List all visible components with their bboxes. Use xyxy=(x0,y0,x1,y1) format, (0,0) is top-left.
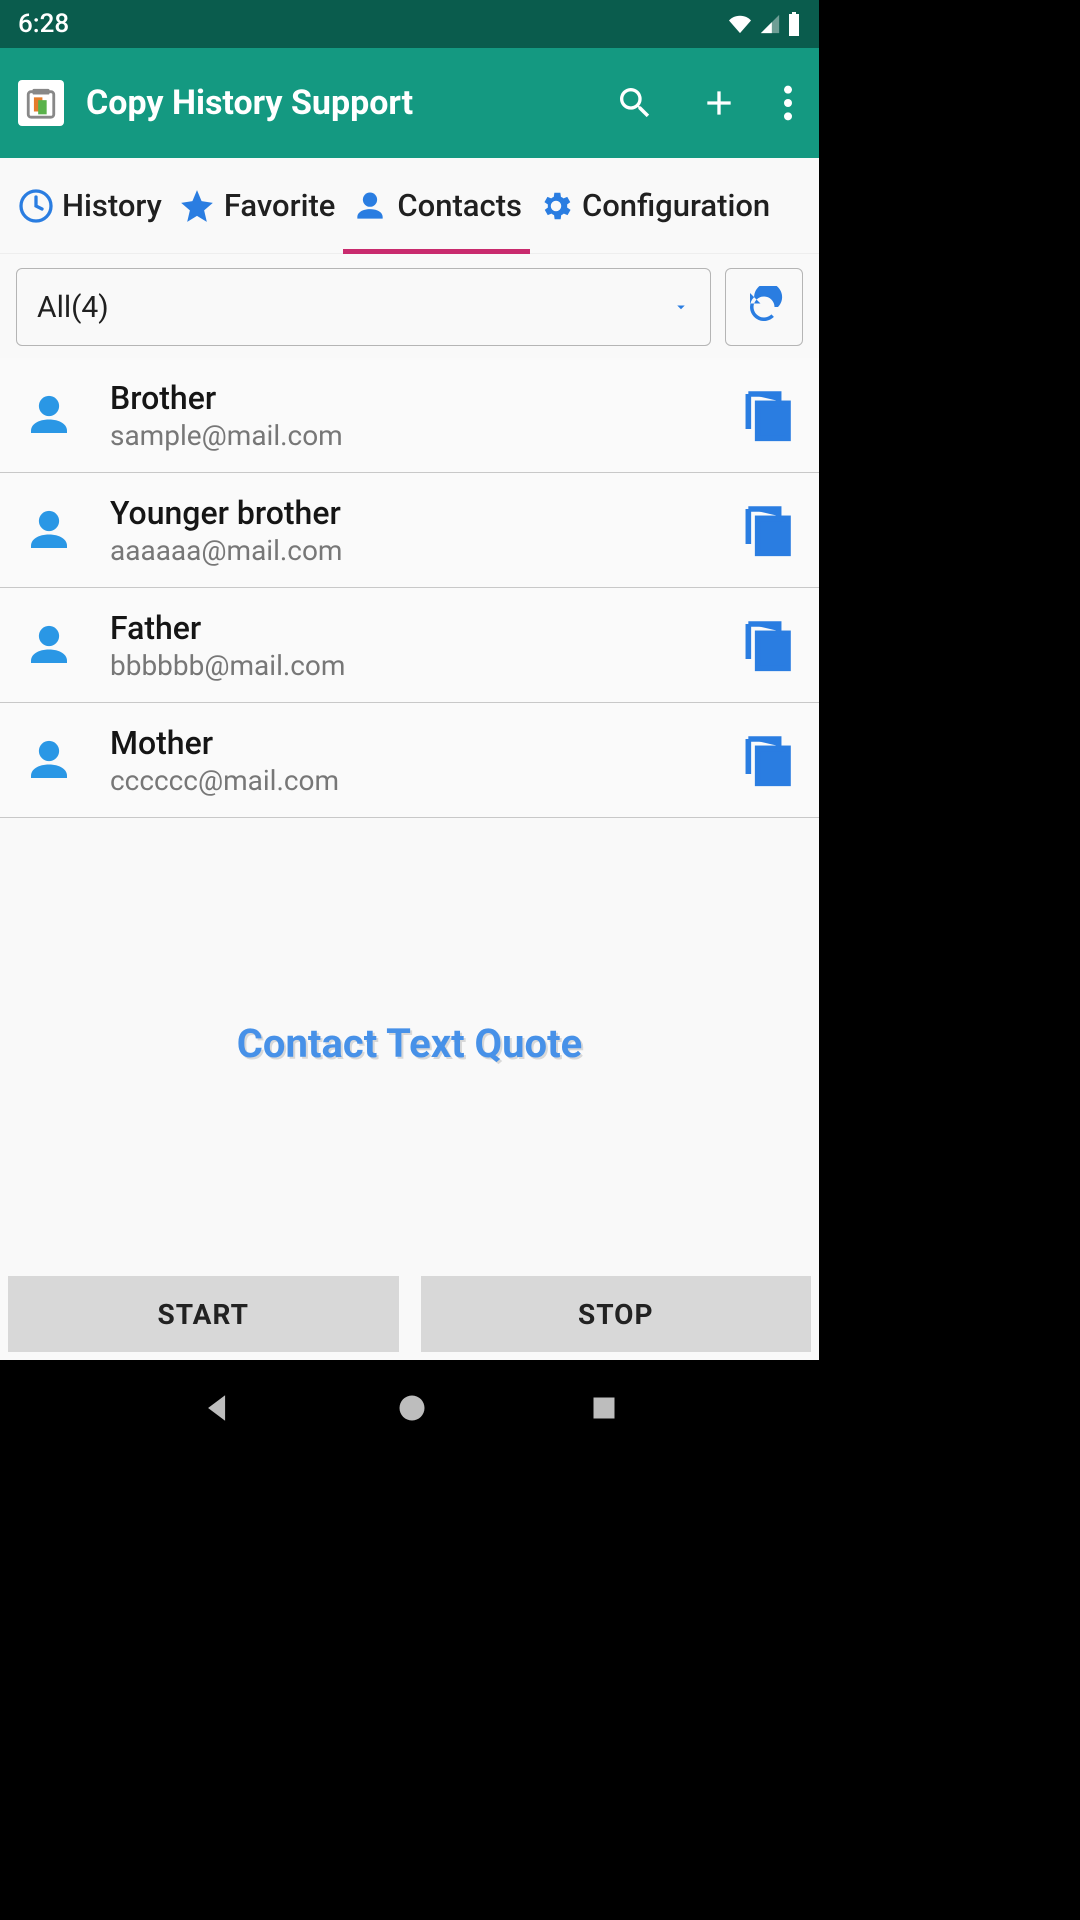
android-nav-bar xyxy=(0,1360,819,1456)
clock-icon xyxy=(18,188,54,224)
contact-sub: bbbbbb@mail.com xyxy=(110,649,737,682)
contact-text: Father bbbbbb@mail.com xyxy=(110,609,737,682)
dropdown-value: All(4) xyxy=(37,290,672,325)
tab-favorite[interactable]: Favorite xyxy=(170,158,344,253)
search-icon[interactable] xyxy=(615,83,655,123)
signal-icon xyxy=(759,13,781,35)
filter-dropdown[interactable]: All(4) xyxy=(16,268,711,346)
person-icon xyxy=(351,187,389,225)
copy-icon xyxy=(739,612,795,678)
tab-contacts[interactable]: Contacts xyxy=(343,158,530,253)
copy-button[interactable] xyxy=(737,382,797,448)
contact-sub: cccccc@mail.com xyxy=(110,764,737,797)
copy-icon xyxy=(739,382,795,448)
person-icon xyxy=(22,733,76,787)
filter-row: All(4) xyxy=(0,254,819,358)
add-icon[interactable] xyxy=(699,83,739,123)
contact-text: Brother sample@mail.com xyxy=(110,379,737,452)
back-icon[interactable] xyxy=(201,1391,235,1425)
person-icon xyxy=(22,388,76,442)
contact-name: Younger brother xyxy=(110,494,737,532)
tab-label: History xyxy=(62,187,162,224)
copy-button[interactable] xyxy=(737,497,797,563)
ad-text: Contact Text Quote xyxy=(237,1020,583,1067)
tab-label: Contacts xyxy=(397,187,522,224)
contact-row[interactable]: Brother sample@mail.com xyxy=(0,358,819,473)
copy-icon xyxy=(739,497,795,563)
status-bar: 6:28 xyxy=(0,0,819,48)
ad-banner[interactable]: Contact Text Quote xyxy=(0,818,819,1268)
app-logo-icon xyxy=(18,80,64,126)
star-icon xyxy=(178,187,216,225)
button-label: START xyxy=(158,1298,249,1331)
tab-label: Configuration xyxy=(582,187,770,224)
contact-row[interactable]: Younger brother aaaaaa@mail.com xyxy=(0,473,819,588)
person-icon xyxy=(22,618,76,672)
home-icon[interactable] xyxy=(397,1393,427,1423)
app-title: Copy History Support xyxy=(86,83,615,123)
tab-configuration[interactable]: Configuration xyxy=(530,158,770,253)
contact-text: Mother cccccc@mail.com xyxy=(110,724,737,797)
recent-icon[interactable] xyxy=(590,1394,618,1422)
contact-row[interactable]: Father bbbbbb@mail.com xyxy=(0,588,819,703)
start-button[interactable]: START xyxy=(8,1276,399,1352)
stop-button[interactable]: STOP xyxy=(421,1276,812,1352)
status-icons xyxy=(727,12,801,36)
contact-sub: aaaaaa@mail.com xyxy=(110,534,737,567)
app-bar: Copy History Support xyxy=(0,48,819,158)
contact-name: Father xyxy=(110,609,737,647)
tab-bar: History Favorite Contacts Configuration xyxy=(0,158,819,254)
contact-row[interactable]: Mother cccccc@mail.com xyxy=(0,703,819,818)
copy-button[interactable] xyxy=(737,727,797,793)
person-icon xyxy=(22,503,76,557)
button-label: STOP xyxy=(578,1298,654,1331)
tab-label: Favorite xyxy=(224,187,336,224)
status-time: 6:28 xyxy=(18,9,69,39)
battery-icon xyxy=(787,12,801,36)
wifi-icon xyxy=(727,13,753,35)
contact-name: Mother xyxy=(110,724,737,762)
contact-text: Younger brother aaaaaa@mail.com xyxy=(110,494,737,567)
tab-history[interactable]: History xyxy=(10,158,170,253)
app-actions xyxy=(615,83,801,123)
bottom-button-row: START STOP xyxy=(0,1268,819,1360)
refresh-icon xyxy=(743,286,785,328)
copy-button[interactable] xyxy=(737,612,797,678)
screen: 6:28 Copy History Support History Favori… xyxy=(0,0,819,1456)
refresh-button[interactable] xyxy=(725,268,803,346)
copy-icon xyxy=(739,727,795,793)
contact-sub: sample@mail.com xyxy=(110,419,737,452)
more-icon[interactable] xyxy=(783,83,793,123)
chevron-down-icon xyxy=(672,298,690,316)
contact-list: Brother sample@mail.com Younger brother … xyxy=(0,358,819,818)
gear-icon xyxy=(538,188,574,224)
contact-name: Brother xyxy=(110,379,737,417)
